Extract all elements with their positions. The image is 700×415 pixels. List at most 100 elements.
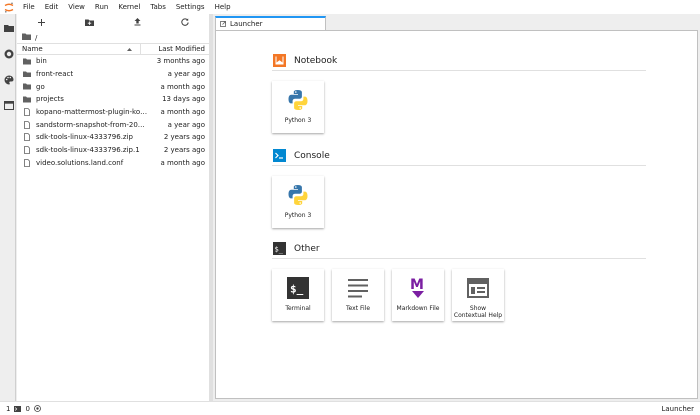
- breadcrumb-root[interactable]: /: [35, 34, 37, 42]
- file-modified: 13 days ago: [162, 95, 205, 104]
- card-label: Terminal: [285, 305, 311, 312]
- status-count-2[interactable]: 0: [25, 405, 29, 413]
- file-row[interactable]: sandstorm-snapshot-from-2018-1... a year …: [17, 118, 209, 131]
- notebook-python3-card[interactable]: Python 3: [272, 81, 324, 133]
- other-section-header: $_ Other: [272, 242, 646, 259]
- console-section-title: Console: [294, 150, 330, 161]
- card-label: Text File: [345, 305, 371, 312]
- folder-icon[interactable]: [3, 22, 14, 33]
- other-section-title: Other: [294, 243, 320, 254]
- main-dock-area: Launcher Notebook Python 3 Console Pytho…: [213, 14, 700, 401]
- file-modified: a month ago: [160, 108, 205, 117]
- file-name: sdk-tools-linux-4333796.zip: [36, 133, 133, 142]
- file-modified: a year ago: [167, 70, 205, 79]
- file-name: kopano-mattermost-plugin-kopan...: [36, 108, 149, 117]
- new-folder-icon: [84, 19, 94, 28]
- folder-row[interactable]: front-react a year ago: [17, 68, 209, 81]
- file-name: go: [36, 82, 45, 91]
- upload-icon: [134, 18, 141, 28]
- folder-icon: [23, 57, 31, 65]
- launcher-panel: Notebook Python 3 Console Python 3 $_ Ot…: [215, 30, 698, 399]
- file-name: sandstorm-snapshot-from-2018-1...: [36, 120, 149, 129]
- folder-row[interactable]: go a month ago: [17, 80, 209, 93]
- file-icon: [23, 133, 31, 142]
- file-row[interactable]: video.solutions.land.conf a month ago: [17, 157, 209, 170]
- text-file-icon: [332, 273, 384, 303]
- tab-label: Launcher: [230, 20, 263, 28]
- kernel-status-icon[interactable]: [34, 405, 41, 412]
- running-icon[interactable]: [3, 48, 14, 59]
- status-bar: 1 0 Launcher: [0, 401, 700, 415]
- tab-bar: Launcher: [213, 14, 700, 30]
- tabs-icon[interactable]: [3, 100, 14, 111]
- menu-run[interactable]: Run: [90, 0, 113, 14]
- file-name: projects: [36, 95, 64, 104]
- card-label: Python 3: [284, 117, 312, 124]
- other-terminal-icon: $_: [272, 242, 286, 256]
- terminal-status-icon: [14, 405, 22, 412]
- terminal-card[interactable]: $_ Terminal: [272, 269, 324, 321]
- file-modified: a month ago: [160, 158, 205, 167]
- menu-kernel[interactable]: Kernel: [113, 0, 145, 14]
- file-modified: 3 months ago: [156, 57, 205, 66]
- file-row[interactable]: kopano-mattermost-plugin-kopan... a month…: [17, 106, 209, 119]
- tab-launcher[interactable]: Launcher: [215, 16, 326, 30]
- menu-help[interactable]: Help: [210, 0, 236, 14]
- menu-view[interactable]: View: [63, 0, 90, 14]
- other-section: $_ Other $_ Terminal Text File M Markdow…: [272, 242, 646, 321]
- console-section-header: Console: [272, 149, 646, 166]
- file-name: sdk-tools-linux-4333796.zip.1: [36, 146, 140, 155]
- name-column-header[interactable]: Name: [17, 44, 141, 54]
- refresh-icon: [181, 18, 189, 28]
- status-count-1[interactable]: 1: [6, 405, 10, 413]
- new-folder-button[interactable]: [65, 14, 113, 32]
- markdown-icon: M: [392, 273, 444, 303]
- markdown-file-card[interactable]: M Markdown File: [392, 269, 444, 321]
- file-list: bin 3 months ago front-react a year ago go a …: [17, 55, 209, 169]
- file-browser-panel: / Name Last Modified bin 3 months ago fron…: [17, 14, 209, 401]
- folder-row[interactable]: projects 13 days ago: [17, 93, 209, 106]
- sort-caret-icon: [127, 45, 132, 53]
- menu-settings[interactable]: Settings: [171, 0, 210, 14]
- refresh-button[interactable]: [161, 14, 209, 32]
- menu-file[interactable]: File: [18, 0, 40, 14]
- file-browser-toolbar: [17, 14, 209, 32]
- file-icon: [23, 120, 31, 129]
- modified-column-header[interactable]: Last Modified: [141, 45, 209, 53]
- file-modified: a year ago: [167, 120, 205, 129]
- jupyter-logo-icon: [0, 0, 18, 14]
- file-name: front-react: [36, 70, 74, 79]
- card-label: Markdown File: [396, 305, 440, 312]
- folder-icon[interactable]: [22, 33, 31, 42]
- left-activity-bar: [0, 14, 16, 401]
- palette-icon[interactable]: [3, 74, 14, 85]
- folder-row[interactable]: bin 3 months ago: [17, 55, 209, 68]
- file-row[interactable]: sdk-tools-linux-4333796.zip 2 years ago: [17, 131, 209, 144]
- new-launcher-button[interactable]: [17, 14, 65, 32]
- file-icon: [23, 108, 31, 116]
- svg-text:$_: $_: [290, 283, 304, 296]
- breadcrumb: /: [17, 32, 209, 43]
- menu-tabs[interactable]: Tabs: [145, 0, 171, 14]
- svg-text:$_: $_: [274, 246, 283, 254]
- svg-text:M: M: [410, 277, 424, 293]
- text-file-card[interactable]: Text File: [332, 269, 384, 321]
- notebook-section: Notebook Python 3: [272, 54, 646, 133]
- jupyterlab-window: File Edit View Run Kernel Tabs Settings …: [0, 0, 700, 415]
- python-logo-icon: [272, 180, 324, 210]
- notebook-section-title: Notebook: [294, 55, 338, 66]
- file-name: bin: [36, 57, 47, 66]
- card-label: Show Contextual Help: [453, 305, 503, 319]
- status-launcher-label: Launcher: [661, 404, 694, 413]
- file-modified: 2 years ago: [163, 146, 205, 155]
- menu-edit[interactable]: Edit: [40, 0, 64, 14]
- menu-bar: File Edit View Run Kernel Tabs Settings …: [0, 0, 700, 14]
- folder-icon: [23, 83, 31, 91]
- file-row[interactable]: sdk-tools-linux-4333796.zip.1 2 years ago: [17, 144, 209, 157]
- new-launcher-icon: [37, 18, 45, 28]
- file-icon: [23, 158, 31, 167]
- contextual-help-card[interactable]: Show Contextual Help: [452, 269, 504, 321]
- console-python3-card[interactable]: Python 3: [272, 176, 324, 228]
- upload-button[interactable]: [113, 14, 161, 32]
- file-icon: [23, 146, 31, 155]
